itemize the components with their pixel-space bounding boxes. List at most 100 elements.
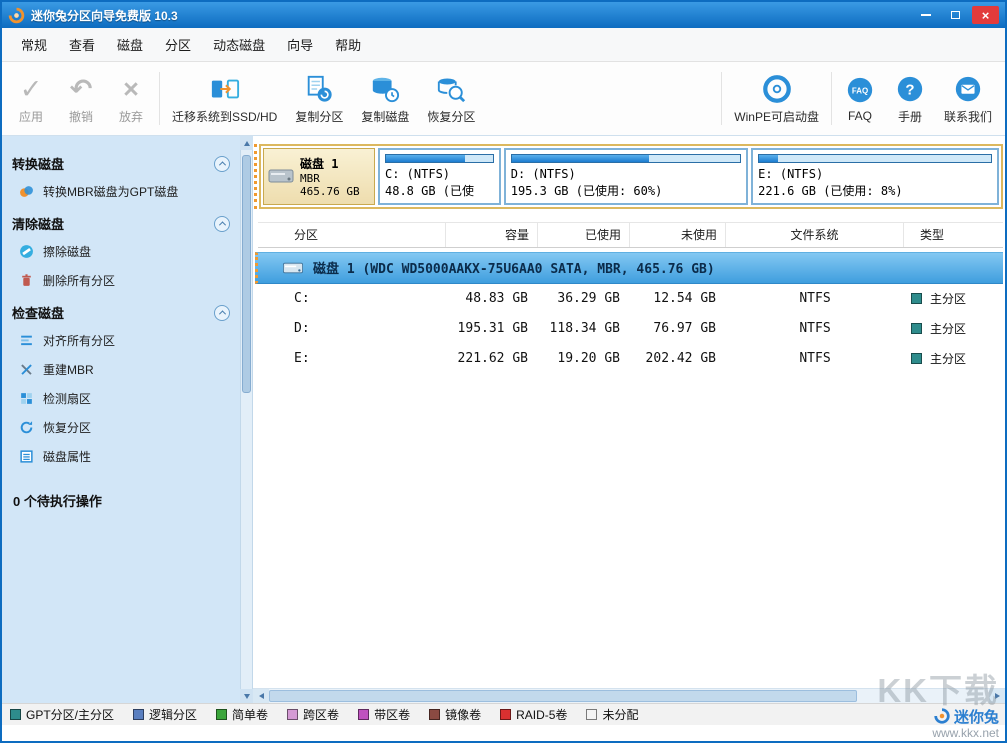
- sidebar-item-convert-mbr-gpt[interactable]: 转换MBR磁盘为GPT磁盘: [12, 177, 234, 206]
- collapse-button[interactable]: [214, 305, 230, 321]
- section-convert-disk: 转换磁盘: [12, 154, 234, 173]
- footer-strip: [2, 725, 1005, 741]
- horizontal-scrollbar: [253, 688, 1005, 703]
- faq-button[interactable]: FAQ FAQ: [835, 62, 885, 135]
- scroll-down-button[interactable]: [240, 689, 253, 703]
- pending-operations: 0 个待执行操作: [12, 491, 234, 510]
- copy-partition-button[interactable]: 复制分区: [286, 62, 352, 135]
- menu-wizard[interactable]: 向导: [276, 30, 324, 59]
- tools-icon: [19, 362, 34, 377]
- svg-text:FAQ: FAQ: [852, 86, 868, 95]
- triangle-down-icon: [244, 694, 250, 699]
- sidebar-item-align-all-partitions[interactable]: 对齐所有分区: [12, 326, 234, 355]
- table-row-c[interactable]: C: 48.83 GB 36.29 GB 12.54 GB NTFS 主分区: [258, 284, 1003, 314]
- partition-type-color: [911, 353, 922, 364]
- table-row-e[interactable]: E: 221.62 GB 19.20 GB 202.42 GB NTFS 主分区: [258, 344, 1003, 374]
- scroll-left-button[interactable]: [253, 689, 269, 703]
- menu-disk[interactable]: 磁盘: [106, 30, 154, 59]
- legend-color-swatch: [133, 709, 144, 720]
- scroll-right-button[interactable]: [989, 689, 1005, 703]
- minimize-icon: [921, 14, 931, 16]
- svg-text:?: ?: [905, 81, 914, 98]
- undo-button[interactable]: ↶ 撤销: [56, 62, 106, 135]
- menubar: 常规 查看 磁盘 分区 动态磁盘 向导 帮助: [2, 28, 1005, 62]
- close-button[interactable]: ×: [972, 6, 999, 24]
- usage-bar: [758, 154, 992, 163]
- column-type: 类型: [904, 223, 1003, 247]
- disk-name: 磁盘 1: [300, 155, 360, 172]
- convert-disk-icon: [19, 184, 34, 199]
- apply-button[interactable]: ✓ 应用: [6, 62, 56, 135]
- section-clean-disk: 清除磁盘: [12, 214, 234, 233]
- column-used: 已使用: [538, 223, 630, 247]
- disk-map: 磁盘 1 MBR 465.76 GB C: (NTFS) 48.8 GB (已使…: [254, 144, 1003, 209]
- table-header: 分区 容量 已使用 未使用 文件系统 类型: [258, 222, 1003, 248]
- partition-block-e[interactable]: E: (NTFS) 221.6 GB (已使用: 8%): [751, 148, 999, 205]
- scrollbar-track: [857, 689, 989, 703]
- winpe-disc-icon: [762, 73, 792, 105]
- menu-partition[interactable]: 分区: [154, 30, 202, 59]
- disk1-block[interactable]: 磁盘 1 MBR 465.76 GB: [263, 148, 375, 205]
- legend-spanned-volume: 跨区卷: [287, 706, 339, 723]
- sidebar-item-recover-partition[interactable]: 恢复分区: [12, 413, 234, 442]
- disk-row-selected[interactable]: 磁盘 1 (WDC WD5000AAKX-75U6AA0 SATA, MBR, …: [255, 252, 1003, 284]
- contact-button[interactable]: 联系我们: [935, 62, 1001, 135]
- sidebar-item-rebuild-mbr[interactable]: 重建MBR: [12, 355, 234, 384]
- legend-color-swatch: [358, 709, 369, 720]
- maximize-button[interactable]: [942, 6, 969, 24]
- sidebar-item-check-sectors[interactable]: 检测扇区: [12, 384, 234, 413]
- partition-type-color: [911, 293, 922, 304]
- table-row-d[interactable]: D: 195.31 GB 118.34 GB 76.97 GB NTFS 主分区: [258, 314, 1003, 344]
- scrollbar-thumb[interactable]: [242, 155, 251, 393]
- check-icon: ✓: [20, 73, 43, 105]
- column-unused: 未使用: [630, 223, 726, 247]
- undo-arrow-icon: ↶: [70, 73, 93, 105]
- legend-color-swatch: [216, 709, 227, 720]
- hard-disk-icon: [282, 260, 304, 276]
- envelope-icon: [953, 73, 983, 105]
- legend-raid5-volume: RAID-5卷: [500, 706, 567, 723]
- copy-disk-button[interactable]: 复制磁盘: [352, 62, 418, 135]
- legend-gpt-primary: GPT分区/主分区: [10, 706, 114, 723]
- copy-partition-icon: [304, 73, 334, 105]
- align-icon: [19, 333, 34, 348]
- column-filesystem: 文件系统: [726, 223, 904, 247]
- sidebar-item-disk-properties[interactable]: 磁盘属性: [12, 442, 234, 471]
- manual-button[interactable]: ? 手册: [885, 62, 935, 135]
- menu-help[interactable]: 帮助: [324, 30, 372, 59]
- legend-color-swatch: [500, 709, 511, 720]
- partition-block-c[interactable]: C: (NTFS) 48.8 GB (已使: [378, 148, 501, 205]
- disk-size: 465.76 GB: [300, 185, 360, 198]
- properties-list-icon: [19, 449, 34, 464]
- sidebar-item-wipe-disk[interactable]: 擦除磁盘: [12, 237, 234, 266]
- winpe-button[interactable]: WinPE可启动盘: [725, 62, 828, 135]
- question-icon: ?: [895, 73, 925, 105]
- discard-button[interactable]: × 放弃: [106, 62, 156, 135]
- recover-partition-icon: [436, 73, 466, 105]
- minimize-button[interactable]: [912, 6, 939, 24]
- toolbar-separator: [831, 72, 832, 125]
- collapse-button[interactable]: [214, 156, 230, 172]
- menu-general[interactable]: 常规: [10, 30, 58, 59]
- legend-simple-volume: 简单卷: [216, 706, 268, 723]
- wipe-disk-icon: [19, 244, 34, 259]
- toolbar-spacer: [484, 62, 718, 135]
- triangle-left-icon: [259, 693, 264, 699]
- menu-view[interactable]: 查看: [58, 30, 106, 59]
- sidebar: 转换磁盘 转换MBR磁盘为GPT磁盘 清除磁盘 擦除磁盘 删除所有分区 检查磁盘: [2, 136, 240, 703]
- usage-bar: [385, 154, 494, 163]
- sidebar-item-delete-all-partitions[interactable]: 删除所有分区: [12, 266, 234, 295]
- sector-grid-icon: [19, 391, 34, 406]
- titlebar: 迷你兔分区向导免费版 10.3 ×: [2, 2, 1005, 28]
- column-capacity: 容量: [446, 223, 538, 247]
- collapse-button[interactable]: [214, 216, 230, 232]
- menu-dynamic-disk[interactable]: 动态磁盘: [202, 30, 276, 59]
- scroll-up-button[interactable]: [240, 136, 253, 150]
- migrate-os-button[interactable]: 迁移系统到SSD/HD: [163, 62, 286, 135]
- usage-bar-fill: [759, 155, 778, 162]
- recover-arrow-icon: [19, 420, 34, 435]
- partition-block-d[interactable]: D: (NTFS) 195.3 GB (已使用: 60%): [504, 148, 748, 205]
- legend-logical: 逻辑分区: [133, 706, 197, 723]
- recover-partition-button[interactable]: 恢复分区: [418, 62, 484, 135]
- scrollbar-thumb[interactable]: [269, 690, 857, 702]
